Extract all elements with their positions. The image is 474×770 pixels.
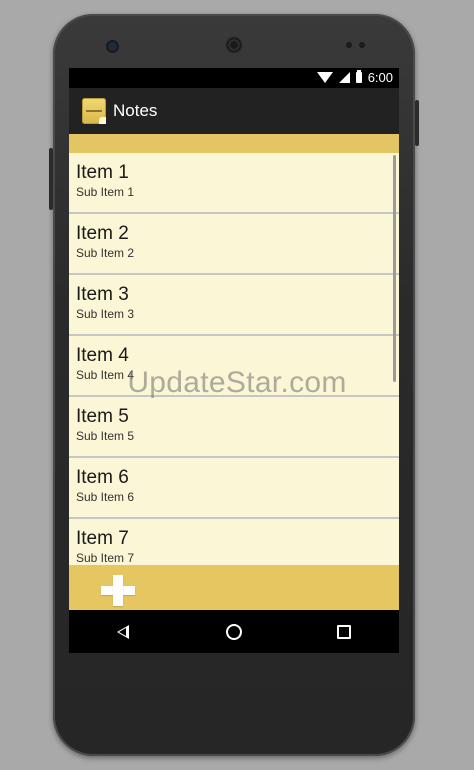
item-subtitle: Sub Item 7 (76, 551, 135, 565)
item-subtitle: Sub Item 5 (76, 429, 135, 443)
notepad-icon[interactable] (82, 98, 106, 124)
earpiece-speaker (225, 36, 243, 54)
item-subtitle: Sub Item 3 (76, 307, 135, 321)
wifi-icon (316, 72, 333, 83)
back-icon[interactable] (117, 625, 129, 639)
status-bar: 6:00 (69, 68, 399, 88)
plus-icon[interactable] (101, 575, 135, 606)
item-title: Item 7 (76, 528, 129, 549)
action-bar: Notes (69, 88, 399, 134)
list-item[interactable]: Item 3 Sub Item 3 (69, 275, 399, 336)
item-title: Item 5 (76, 406, 129, 427)
status-time: 6:00 (367, 70, 393, 85)
list-item[interactable]: Item 2 Sub Item 2 (69, 214, 399, 275)
scrollbar[interactable] (393, 155, 396, 382)
item-subtitle: Sub Item 6 (76, 490, 135, 504)
item-title: Item 3 (76, 284, 129, 305)
home-icon[interactable] (226, 624, 242, 640)
item-subtitle: Sub Item 4 (76, 368, 135, 382)
subheader-strip (69, 134, 399, 153)
navigation-bar (69, 610, 399, 653)
list-item[interactable]: Item 1 Sub Item 1 (69, 153, 399, 214)
item-title: Item 6 (76, 467, 129, 488)
notes-list[interactable]: Item 1 Sub Item 1 Item 2 Sub Item 2 Item… (69, 153, 399, 565)
volume-button (415, 100, 419, 146)
item-subtitle: Sub Item 2 (76, 246, 135, 260)
signal-icon (338, 72, 350, 83)
item-title: Item 4 (76, 345, 129, 366)
battery-icon (355, 70, 362, 83)
list-item[interactable]: Item 6 Sub Item 6 (69, 458, 399, 519)
list-item[interactable]: Item 4 Sub Item 4 (69, 336, 399, 397)
list-item[interactable]: Item 5 Sub Item 5 (69, 397, 399, 458)
item-title: Item 1 (76, 162, 129, 183)
recent-apps-icon[interactable] (337, 625, 351, 639)
sensor (346, 42, 352, 48)
front-camera (108, 42, 117, 51)
screen: 6:00 Notes Item 1 Sub Item 1 Item 2 Sub … (69, 68, 399, 653)
list-item[interactable]: Item 7 Sub Item 7 (69, 519, 399, 565)
sensor (359, 42, 365, 48)
item-subtitle: Sub Item 1 (76, 185, 135, 199)
app-title: Notes (113, 101, 158, 120)
item-title: Item 2 (76, 223, 129, 244)
bottom-bar (69, 565, 399, 610)
power-button (49, 148, 53, 210)
